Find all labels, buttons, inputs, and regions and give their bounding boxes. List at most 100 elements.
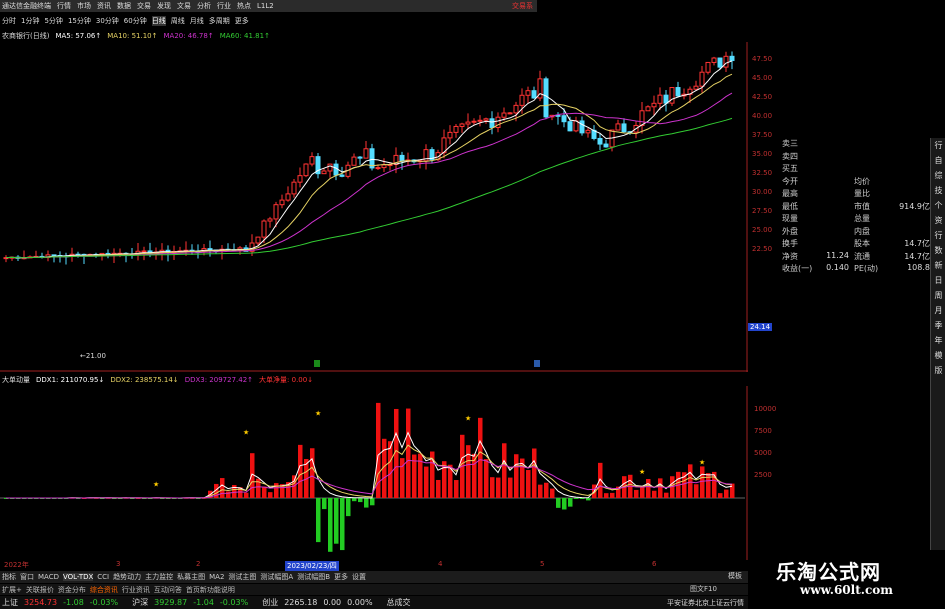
indicator-tab[interactable]: 更多 [334,572,348,582]
candlestick[interactable] [405,152,411,166]
indicator-bar[interactable] [418,453,423,498]
side-nav-item[interactable]: 年 [931,333,945,348]
indicator-bar[interactable] [538,484,543,498]
candlestick[interactable] [681,88,687,100]
candlestick[interactable] [603,139,609,148]
indicator-bar[interactable] [568,498,573,507]
candlestick[interactable] [333,159,339,181]
candlestick[interactable] [663,89,669,112]
indicator-bar[interactable] [262,486,267,498]
indicator-bar[interactable] [490,477,495,498]
candlestick[interactable] [279,194,285,209]
indicator-bar[interactable] [406,408,411,498]
candlestick[interactable] [537,70,543,102]
candlestick[interactable] [585,128,591,138]
indicator-bar[interactable] [388,441,393,498]
side-nav-item[interactable]: 数 [931,243,945,258]
extension-tab[interactable]: 综合资讯 [90,585,118,595]
menu-industry[interactable]: 行业 [217,1,231,11]
period-tab-monthly[interactable]: 月线 [190,16,204,26]
candlestick[interactable] [543,76,549,120]
candlestick[interactable] [297,167,303,188]
indicator-bar[interactable] [556,498,561,508]
candlestick[interactable] [651,95,657,116]
indicator-tab[interactable]: MA2 [209,573,224,581]
indicator-tab[interactable]: 测试幅图B [297,572,330,582]
period-tab-60min[interactable]: 60分钟 [124,16,147,26]
extension-tab[interactable]: 行业资讯 [122,585,150,595]
indicator-bar[interactable] [514,454,519,498]
indicator-bar[interactable] [466,445,471,498]
candlestick[interactable] [105,249,111,259]
indicator-tab[interactable]: MACD [38,573,59,581]
indicator-bar[interactable] [436,479,441,498]
indicator-bar[interactable] [646,478,651,498]
indicator-bar[interactable] [334,498,339,544]
candlestick[interactable] [621,118,627,133]
candlestick[interactable] [645,105,651,112]
indicator-bar[interactable] [226,491,231,498]
indicator-bar[interactable] [724,489,729,498]
indicator-bar[interactable] [610,492,615,498]
candlestick[interactable] [693,80,699,91]
extension-tab[interactable]: 首页新功能说明 [186,585,235,595]
candlestick[interactable] [567,116,573,132]
extension-tab[interactable]: 关联报价 [26,585,54,595]
indicator-tab[interactable]: 私募主图 [177,572,205,582]
indicator-bar[interactable] [508,477,513,498]
menu-trade[interactable]: 交易 [137,1,151,11]
candlestick[interactable] [465,113,471,130]
indicator-bar[interactable] [664,492,669,498]
candlestick[interactable] [63,252,69,265]
side-nav-item[interactable]: 自 [931,153,945,168]
indicator-tab[interactable]: CCI [97,573,109,581]
price-candlestick-chart[interactable]: ←21.00 [0,42,748,372]
indicator-bar[interactable] [340,498,345,551]
side-nav-item[interactable]: 新 [931,258,945,273]
candlestick[interactable] [615,119,621,131]
candlestick[interactable] [561,108,567,128]
period-tab-weekly[interactable]: 周线 [171,16,185,26]
indicator-name[interactable]: 大单动量 [2,375,30,385]
indicator-bar[interactable] [268,492,273,498]
menu-wenyi[interactable]: 文易 [177,1,191,11]
indicator-bar[interactable] [496,477,501,498]
candlestick[interactable] [285,186,291,202]
side-nav-item[interactable]: 月 [931,303,945,318]
candlestick[interactable] [507,112,513,115]
candlestick[interactable] [183,241,189,256]
candlestick[interactable] [363,141,369,159]
candlestick[interactable] [315,152,321,179]
period-tab-more[interactable]: 更多 [235,16,249,26]
candlestick[interactable] [303,163,309,178]
indicator-bar[interactable] [718,493,723,498]
event-marker-2[interactable] [534,360,540,367]
indicator-bar[interactable] [688,464,693,498]
candlestick[interactable] [3,255,9,263]
candlestick[interactable] [495,112,501,133]
side-nav-item[interactable]: 技 [931,183,945,198]
menu-hot[interactable]: 热点 [237,1,251,11]
indicator-bar[interactable] [484,459,489,498]
candlestick[interactable] [597,133,603,151]
indicator-bar[interactable] [604,493,609,498]
candlestick[interactable] [423,144,429,170]
candlestick[interactable] [525,86,531,104]
menu-market[interactable]: 市场 [77,1,91,11]
candlestick[interactable] [309,152,315,167]
candlestick[interactable] [675,81,681,97]
cy-index-name[interactable]: 创业 [262,597,278,608]
indicator-bar[interactable] [694,484,699,498]
indicator-tab[interactable]: 窗口 [20,572,34,582]
hs-index-name[interactable]: 沪深 [132,597,148,608]
event-marker-1[interactable] [314,360,320,367]
period-tab-15min[interactable]: 15分钟 [68,16,91,26]
indicator-bar[interactable] [640,485,645,498]
side-nav-item[interactable]: 模 [931,348,945,363]
candlestick[interactable] [291,179,297,198]
candlestick[interactable] [267,216,273,228]
candlestick[interactable] [441,129,447,159]
trade-system-link[interactable]: 交易系 [512,1,537,11]
indicator-bar[interactable] [454,480,459,498]
candlestick[interactable] [459,122,465,133]
